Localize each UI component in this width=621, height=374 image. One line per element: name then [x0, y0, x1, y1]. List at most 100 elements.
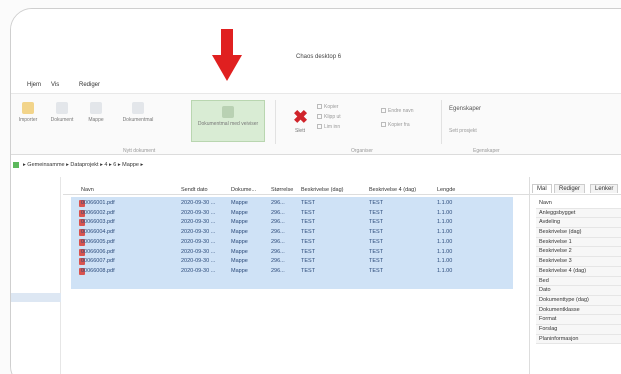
option-copy-from[interactable]: Kopier fra	[381, 122, 410, 128]
tab-rediger[interactable]: Rediger	[554, 184, 586, 193]
ribbon: Importer Dokument Mappe Dokumentmal Doku…	[11, 93, 621, 155]
breadcrumb-path[interactable]: ▸ Gemeinsamme ▸ Dataprojekt ▸ 4 ▸ 6 ▸ Ma…	[23, 162, 143, 168]
table-cell: 00066006.pdf	[81, 248, 115, 255]
table-cell: TEST	[301, 248, 316, 255]
property-row[interactable]: Planinformasjon	[536, 334, 621, 345]
option-copy[interactable]: Kopier	[317, 104, 338, 110]
table-cell: TEST	[369, 229, 384, 236]
checkbox-icon	[317, 104, 322, 110]
option-paste-label: Lim inn	[324, 124, 341, 130]
table-cell: 1.1.00	[437, 229, 453, 236]
table-cell: 296...	[271, 238, 285, 245]
checkbox-icon	[381, 122, 386, 128]
crumb-1[interactable]: Gemeinsamme	[27, 162, 64, 168]
property-row[interactable]: Dokumentklasse	[536, 305, 621, 316]
table-cell: Mappe	[231, 229, 248, 236]
crumb-5[interactable]: Mappe	[122, 162, 139, 168]
option-rename[interactable]: Endre navn	[381, 108, 414, 114]
table-row[interactable]: 00066002.pdf 2020-09-30 ... Mappe 296... TES…	[71, 209, 513, 218]
property-row[interactable]: Navn	[536, 199, 621, 209]
property-row[interactable]: Dokumenttype (dag)	[536, 295, 621, 306]
property-row[interactable]: Beskrivelse 3	[536, 257, 621, 267]
table-cell: Mappe	[231, 200, 248, 206]
table-cell: TEST	[369, 219, 384, 226]
document-template-icon	[132, 102, 144, 114]
properties-option[interactable]: Egenskaper	[449, 106, 481, 112]
table-cell: TEST	[369, 258, 384, 265]
property-row[interactable]: Anleggsbygget	[536, 208, 621, 219]
table-cell: Mappe	[231, 258, 248, 265]
table-row[interactable]: 00066006.pdf 2020-09-30 ... Mappe 296... TES…	[71, 248, 513, 257]
property-row[interactable]: Format	[536, 315, 621, 325]
table-cell: 2020-09-30 ...	[181, 248, 216, 255]
col-description[interactable]: Beskrivelse (dag)	[301, 187, 344, 193]
table-cell: 1.1.00	[437, 258, 453, 265]
import-label: Importer	[18, 117, 38, 123]
col-description4[interactable]: Beskrivelse 4 (dag)	[369, 187, 416, 193]
selected-tree-item[interactable]	[11, 293, 61, 302]
col-document[interactable]: Dokume...	[231, 187, 256, 193]
property-row[interactable]: Beskrivelse 1	[536, 237, 621, 248]
table-cell: 1.1.00	[437, 200, 453, 206]
table-row[interactable]: 00066007.pdf 2020-09-30 ... Mappe 296... TES…	[71, 257, 513, 266]
table-row[interactable]: 00066005.pdf 2020-09-30 ... Mappe 296... TES…	[71, 238, 513, 247]
table-row[interactable]: 00066003.pdf 2020-09-30 ... Mappe 296... TES…	[71, 218, 513, 227]
crumb-4[interactable]: 6	[113, 162, 116, 168]
folder-tree[interactable]	[11, 177, 61, 374]
crumb-2[interactable]: Dataprojekt	[70, 162, 98, 168]
table-cell: 2020-09-30 ...	[181, 200, 216, 206]
col-sent-date[interactable]: Sendt dato	[181, 187, 208, 193]
document-template-wizard-button[interactable]: Dokumentmal med veiviser	[191, 106, 265, 127]
table-row[interactable]: 00066001.pdf 2020-09-30 ... Mappe 296... TES…	[71, 199, 513, 208]
ribbon-separator	[441, 100, 442, 144]
property-row[interactable]: Bed	[536, 276, 621, 287]
menu-rediger[interactable]: Rediger	[79, 82, 100, 88]
property-row[interactable]: Beskrivelse (dag)	[536, 228, 621, 238]
table-cell: TEST	[369, 267, 384, 274]
document-button[interactable]: Dokument	[47, 102, 77, 123]
menu-bar: Hjem Vis Rediger	[11, 79, 621, 93]
menu-vis[interactable]: Vis	[51, 82, 59, 88]
document-grid[interactable]: Navn Sendt dato Dokume... Størrelse Besk…	[63, 177, 533, 374]
table-cell: 296...	[271, 267, 285, 274]
import-button[interactable]: Importer	[11, 102, 45, 123]
menu-hjem[interactable]: Hjem	[27, 82, 41, 88]
property-row[interactable]: Beskrivelse 2	[536, 247, 621, 258]
table-cell: 2020-09-30 ...	[181, 238, 216, 245]
option-paste[interactable]: Lim inn	[317, 124, 340, 130]
table-cell: 296...	[271, 229, 285, 236]
property-row[interactable]: Forslag	[536, 324, 621, 335]
set-project-option[interactable]: Sett prosjekt	[449, 128, 477, 134]
option-rename-label: Endre navn	[388, 108, 414, 114]
property-row[interactable]: Avdeling	[536, 218, 621, 229]
table-cell: TEST	[301, 229, 316, 236]
crumb-3[interactable]: 4	[104, 162, 107, 168]
folder-button[interactable]: Mappe	[83, 102, 109, 123]
option-copy-label: Kopier	[324, 104, 339, 110]
delete-label: Slett	[294, 128, 305, 134]
col-length[interactable]: Lengde	[437, 187, 455, 193]
table-cell: TEST	[369, 200, 384, 206]
table-cell: 00066003.pdf	[81, 219, 115, 226]
document-template-button[interactable]: Dokumentmal	[114, 102, 162, 123]
table-row[interactable]: 00066004.pdf 2020-09-30 ... Mappe 296... TES…	[71, 228, 513, 237]
tab-mal[interactable]: Mal	[532, 184, 552, 193]
table-cell: 00066002.pdf	[81, 209, 115, 216]
table-cell: 1.1.00	[437, 267, 453, 274]
table-cell: 2020-09-30 ...	[181, 209, 216, 216]
col-size[interactable]: Størrelse	[271, 187, 293, 193]
table-cell: 2020-09-30 ...	[181, 219, 216, 226]
table-cell: 1.1.00	[437, 209, 453, 216]
table-cell: 00066007.pdf	[81, 258, 115, 265]
table-row[interactable]: 00066008.pdf 2020-09-30 ... Mappe 296... TES…	[71, 267, 513, 276]
panel-tabs: Mal Rediger Lenker	[530, 183, 621, 195]
table-cell: Mappe	[231, 267, 248, 274]
property-row[interactable]: Beskrivelse 4 (dag)	[536, 266, 621, 277]
option-cut[interactable]: Klipp ut	[317, 114, 341, 120]
property-row[interactable]: Dato	[536, 286, 621, 296]
table-cell: 1.1.00	[437, 248, 453, 255]
col-name[interactable]: Navn	[81, 187, 94, 193]
delete-button[interactable]: Slett	[287, 128, 313, 134]
tab-lenker[interactable]: Lenker	[590, 184, 619, 193]
table-cell: 00066005.pdf	[81, 238, 115, 245]
